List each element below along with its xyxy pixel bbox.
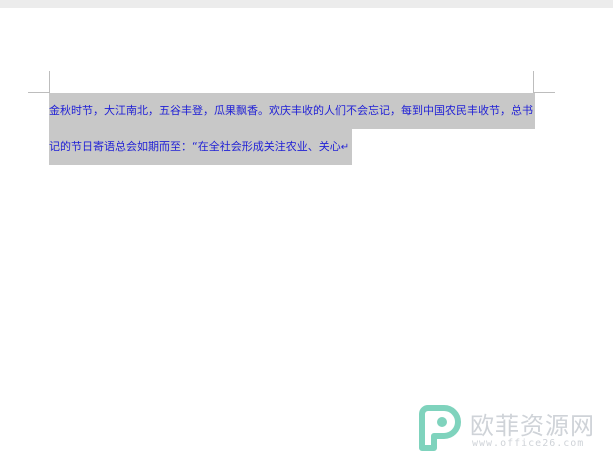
- text-line-2[interactable]: 记的节日寄语总会如期而至：“在全社会形成关注农业、关心↵: [49, 129, 535, 165]
- margin-mark-top-left-vertical: [49, 71, 50, 93]
- margin-mark-top-left-horizontal: [28, 92, 50, 93]
- watermark-logo-icon: [419, 405, 461, 451]
- text-line-1[interactable]: 金秋时节，大江南北，五谷丰登，瓜果飘香。欢庆丰收的人们不会忘记，每到中国农民丰收…: [49, 93, 535, 129]
- document-body[interactable]: 金秋时节，大江南北，五谷丰登，瓜果飘香。欢庆丰收的人们不会忘记，每到中国农民丰收…: [49, 93, 535, 165]
- selected-text-line-1[interactable]: 金秋时节，大江南北，五谷丰登，瓜果飘香。欢庆丰收的人们不会忘记，每到中国农民丰收…: [49, 93, 535, 129]
- document-page[interactable]: 金秋时节，大江南北，五谷丰登，瓜果飘香。欢庆丰收的人们不会忘记，每到中国农民丰收…: [0, 0, 613, 461]
- paragraph-mark-icon: ↵: [340, 142, 350, 153]
- selected-text-line-2-content[interactable]: 记的节日寄语总会如期而至：“在全社会形成关注农业、关心: [49, 140, 341, 153]
- margin-mark-top-right-horizontal: [533, 92, 555, 93]
- selected-text-line-2[interactable]: 记的节日寄语总会如期而至：“在全社会形成关注农业、关心↵: [49, 129, 353, 165]
- watermark-title: 欧菲资源网: [470, 412, 595, 440]
- site-watermark: 欧菲资源网 www.office26.com: [410, 402, 610, 454]
- watermark-url: www.office26.com: [472, 438, 585, 449]
- ruler-strip: [0, 0, 613, 8]
- margin-mark-top-right-vertical: [533, 71, 534, 93]
